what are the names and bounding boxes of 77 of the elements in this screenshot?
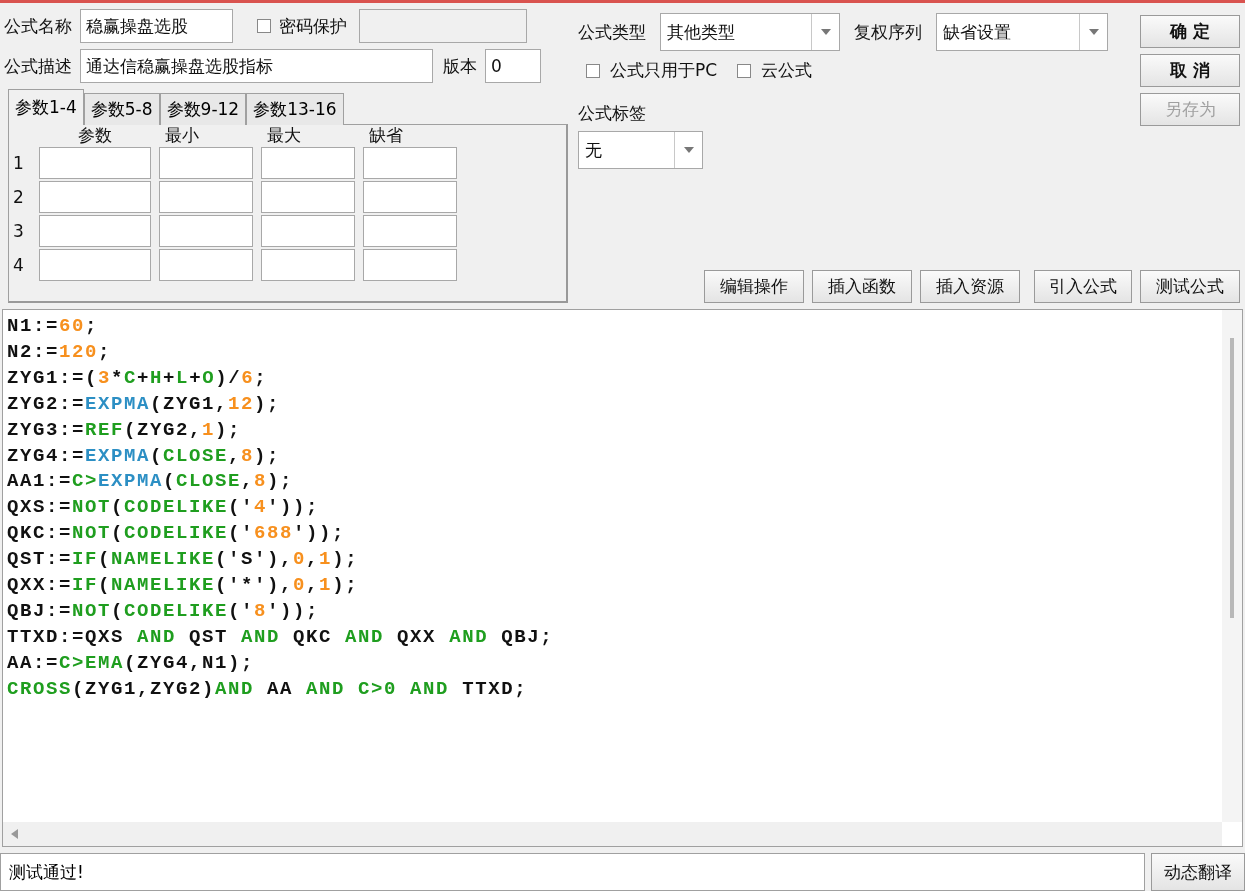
- field-label: 公式类型: [578, 20, 646, 44]
- status-message: 测试通过!: [0, 853, 1145, 891]
- param-input-field[interactable]: [159, 147, 253, 179]
- param-input-field[interactable]: [39, 215, 151, 247]
- code-line: ZYG1:=(3*C+H+L+O)/6;: [7, 365, 269, 391]
- code-line: N1:=60;: [7, 314, 100, 339]
- translate-button[interactable]: 动态翻译: [1151, 853, 1245, 891]
- code-line: ZYG2:=EXPMA(ZYG1,12);: [7, 391, 282, 417]
- code-line: CROSS(ZYG1,ZYG2)AND AA AND C>0 AND TTXD;: [7, 676, 529, 702]
- toolbar-button[interactable]: 插入资源: [920, 270, 1020, 303]
- toolbar-button[interactable]: 插入函数: [812, 270, 912, 303]
- caret-down-icon: [1088, 29, 1099, 35]
- param-input-field[interactable]: [363, 181, 457, 213]
- code-line: QST:=IF(NAMELIKE('S'),0,1);: [7, 547, 360, 573]
- formula-name-field[interactable]: 稳赢操盘选股: [80, 9, 233, 43]
- caret-down-icon: [683, 147, 694, 153]
- tab[interactable]: 参数1-4: [8, 89, 84, 125]
- row-number: 4: [13, 255, 25, 275]
- checkbox[interactable]: [586, 63, 600, 78]
- restoration-select[interactable]: 缺省设置: [936, 13, 1108, 51]
- checkbox-label: 密码保护: [279, 14, 347, 38]
- tab[interactable]: 参数13-16: [246, 93, 344, 125]
- field-label: 复权序列: [854, 20, 922, 44]
- code-line: QKC:=NOT(CODELIKE('688'));: [7, 521, 347, 547]
- code-editor[interactable]: [2, 309, 1243, 847]
- code-line: QXX:=IF(NAMELIKE('*'),0,1);: [7, 573, 360, 599]
- field-label: 公式描述: [4, 54, 72, 78]
- toolbar-button[interactable]: 编辑操作: [704, 270, 804, 303]
- version-field[interactable]: 0: [485, 49, 541, 83]
- code-line: N2:=120;: [7, 339, 113, 365]
- param-input-field[interactable]: [159, 181, 253, 213]
- field-label: 公式标签: [578, 102, 647, 125]
- formula-tag-select[interactable]: 无: [578, 131, 703, 169]
- checkbox[interactable]: [737, 63, 752, 78]
- caret-down-icon: [820, 29, 831, 35]
- param-input-field[interactable]: [363, 249, 457, 281]
- toolbar-button[interactable]: 引入公式: [1034, 270, 1132, 303]
- checkbox-label: 云公式: [761, 59, 813, 82]
- code-line: ZYG3:=REF(ZYG2,1);: [7, 417, 243, 443]
- param-input-field[interactable]: [39, 147, 151, 179]
- code-line: TTXD:=QXS AND QST AND QKC AND QXX AND QBJ;: [7, 624, 555, 650]
- column-header: 缺省: [368, 125, 404, 145]
- row-number: 2: [13, 187, 25, 207]
- param-input-field[interactable]: [261, 249, 355, 281]
- description-field[interactable]: 通达信稳赢操盘选股指标: [80, 49, 433, 83]
- vertical-scrollbar[interactable]: [1222, 310, 1242, 822]
- tab[interactable]: 参数5-8: [83, 93, 160, 125]
- param-input-field[interactable]: [39, 249, 151, 281]
- code-line: ZYG4:=EXPMA(CLOSE,8);: [7, 443, 282, 469]
- param-input-field[interactable]: [159, 249, 253, 281]
- row-number: 3: [13, 221, 25, 241]
- formula-type-select[interactable]: 其他类型: [660, 13, 840, 51]
- column-header: 最大: [266, 125, 302, 145]
- code-line: AA1:=C>EXPMA(CLOSE,8);: [7, 469, 295, 495]
- toolbar-button[interactable]: 测试公式: [1140, 270, 1240, 303]
- code-line: QBJ:=NOT(CODELIKE('8'));: [7, 598, 321, 624]
- param-input-field[interactable]: [39, 181, 151, 213]
- row-number: 1: [13, 153, 25, 173]
- checkbox-label: 公式只用于PC: [610, 59, 718, 82]
- param-input-field[interactable]: [261, 215, 355, 247]
- code-line: QXS:=NOT(CODELIKE('4'));: [7, 495, 321, 521]
- param-input-field[interactable]: [363, 215, 457, 247]
- horizontal-scrollbar[interactable]: [3, 822, 1222, 846]
- param-input-field[interactable]: [363, 147, 457, 179]
- dialog-button[interactable]: 取 消: [1140, 54, 1240, 87]
- tab[interactable]: 参数9-12: [159, 93, 247, 125]
- field-label: 公式名称: [4, 14, 72, 38]
- code-line: AA:=C>EMA(ZYG4,N1);: [7, 650, 256, 676]
- column-header: 最小: [164, 125, 200, 145]
- param-input-field[interactable]: [159, 215, 253, 247]
- param-input-field[interactable]: [261, 147, 355, 179]
- dialog-button[interactable]: 确 定: [1140, 15, 1240, 48]
- param-input-field[interactable]: [261, 181, 355, 213]
- field-label: 版本: [443, 54, 477, 78]
- checkbox[interactable]: [257, 19, 271, 33]
- column-header: 参数: [77, 125, 113, 145]
- scroll-left-icon[interactable]: [11, 829, 18, 839]
